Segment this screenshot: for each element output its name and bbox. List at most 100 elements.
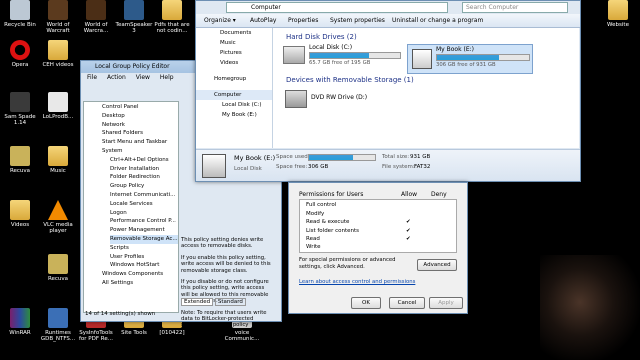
uninstall-button[interactable]: Uninstall or change a program bbox=[392, 17, 483, 24]
organize-button[interactable]: Organize ▾ bbox=[204, 17, 236, 24]
menu-action[interactable]: Action bbox=[107, 74, 126, 81]
special-permissions-text: For special permissions or advanced sett… bbox=[299, 257, 396, 270]
desktop-icon-wow[interactable]: World of Warcraft bbox=[38, 0, 78, 34]
explorer-toolbar: Organize ▾ AutoPlay Properties System pr… bbox=[196, 14, 580, 28]
drive-my-book[interactable]: My Book (E:) 306 GB free of 931 GB bbox=[407, 44, 533, 74]
tree-item[interactable]: Locale Services bbox=[110, 200, 178, 209]
perm-row: Write bbox=[306, 244, 321, 250]
desktop-icon-recuva-2[interactable]: Recuva bbox=[38, 254, 78, 282]
nav-music[interactable]: Music bbox=[196, 38, 272, 48]
nav-my-book[interactable]: My Book (E:) bbox=[196, 110, 272, 120]
menu-view[interactable]: View bbox=[136, 74, 150, 81]
learn-more-link[interactable]: Learn about access control and permissio… bbox=[299, 279, 415, 285]
tree-item[interactable]: Logon bbox=[110, 209, 178, 218]
desktop-icon-runtimes[interactable]: Runtimes GDB_NTFS... bbox=[38, 308, 78, 342]
search-input[interactable]: Search Computer bbox=[462, 2, 568, 13]
tree-item-selected[interactable]: Removable Storage Ac... bbox=[110, 234, 178, 244]
recuva-icon bbox=[48, 254, 68, 274]
drive-local-disk[interactable]: Local Disk (C:) 65.7 GB free of 195 GB bbox=[283, 44, 401, 70]
tree-item[interactable]: Scripts bbox=[110, 244, 178, 253]
policy-description: This policy setting denies write access … bbox=[181, 237, 271, 329]
tree-item[interactable]: Group Policy bbox=[110, 182, 178, 191]
address-bar[interactable]: Computer bbox=[226, 2, 448, 13]
perm-row: Read & execute bbox=[306, 219, 350, 225]
nav-computer[interactable]: Computer bbox=[196, 90, 272, 100]
nav-videos[interactable]: Videos bbox=[196, 58, 272, 68]
tree-item[interactable]: Windows Components bbox=[102, 270, 178, 279]
cancel-button[interactable]: Cancel bbox=[389, 297, 425, 309]
desktop-icon-sam-spade[interactable]: Sam Spade 1.14 bbox=[0, 92, 40, 126]
drive-usage-bar bbox=[309, 52, 401, 59]
desktop-icon-teamspeak[interactable]: TeamSpeaker 3 bbox=[114, 0, 154, 34]
gpedit-tabs: Extended Standard bbox=[181, 298, 246, 306]
perm-row: Full control bbox=[306, 202, 337, 208]
tab-standard[interactable]: Standard bbox=[214, 298, 246, 306]
tree-item[interactable]: Ctrl+Alt+Del Options bbox=[110, 156, 178, 165]
recuva-icon bbox=[10, 146, 30, 166]
menu-help[interactable]: Help bbox=[160, 74, 174, 81]
desktop-icon-wow-2[interactable]: World of Warcra... bbox=[76, 0, 116, 34]
tree-item[interactable]: Internet Communicati... bbox=[110, 191, 178, 200]
gpedit-menubar: File Action View Help bbox=[87, 74, 182, 81]
check-icon[interactable]: ✔ bbox=[406, 235, 411, 244]
desktop-icon-recycle-bin[interactable]: Recycle Bin bbox=[0, 0, 40, 28]
desktop-icon-pdfs[interactable]: Pdfs that are not codin... bbox=[152, 0, 192, 34]
system-properties-button[interactable]: System properties bbox=[330, 17, 385, 24]
tree-item[interactable]: System bbox=[102, 147, 178, 156]
folder-icon bbox=[10, 200, 30, 220]
col-allow: Allow bbox=[401, 191, 418, 198]
folder-icon bbox=[48, 146, 68, 166]
desktop-icon-website[interactable]: Website bbox=[598, 0, 638, 28]
desktop-icon-music[interactable]: Music bbox=[38, 146, 78, 174]
desktop-icon-vlc[interactable]: VLC media player bbox=[38, 200, 78, 234]
sam-spade-icon bbox=[10, 92, 30, 112]
warcraft-icon bbox=[86, 0, 106, 20]
tree-item[interactable]: Power Management bbox=[110, 226, 178, 235]
vlc-icon bbox=[48, 200, 68, 220]
opera-icon bbox=[10, 40, 30, 60]
hard-drive-icon bbox=[412, 49, 432, 69]
dvd-drive-icon bbox=[285, 90, 307, 108]
tree-item[interactable]: Driver Installation bbox=[110, 165, 178, 174]
tree-item[interactable]: Control Panel bbox=[102, 103, 178, 112]
menu-file[interactable]: File bbox=[87, 74, 97, 81]
tree-item[interactable]: Performance Control P... bbox=[110, 217, 178, 226]
nav-local-disk[interactable]: Local Disk (C:) bbox=[196, 100, 272, 110]
properties-button[interactable]: Properties bbox=[288, 17, 318, 24]
hdd-section-header: Hard Disk Drives (2) bbox=[286, 33, 357, 41]
desktop-icon-opera[interactable]: Opera bbox=[0, 40, 40, 68]
tree-item[interactable]: All Settings bbox=[102, 279, 178, 288]
autoplay-button[interactable]: AutoPlay bbox=[250, 17, 276, 24]
tree-item[interactable]: Network bbox=[102, 121, 178, 130]
explorer-content: Hard Disk Drives (2) Local Disk (C:) 65.… bbox=[273, 28, 579, 148]
check-icon[interactable]: ✔ bbox=[406, 218, 411, 227]
tree-item[interactable]: Shared Folders bbox=[102, 129, 178, 138]
tree-item[interactable]: Desktop bbox=[102, 112, 178, 121]
nav-pictures[interactable]: Pictures bbox=[196, 48, 272, 58]
advanced-button[interactable]: Advanced bbox=[417, 259, 457, 271]
desktop-icon-ceh-videos[interactable]: CEH videos bbox=[38, 40, 78, 68]
gpedit-tree: Control Panel Desktop Network Shared Fol… bbox=[83, 101, 179, 313]
ok-button[interactable]: OK bbox=[351, 297, 381, 309]
nav-documents[interactable]: Documents bbox=[196, 28, 272, 38]
desktop-icon-recuva[interactable]: Recuva bbox=[0, 146, 40, 174]
details-usage-bar bbox=[308, 154, 376, 161]
permissions-dialog: Permissions for Users Allow Deny Full co… bbox=[288, 182, 468, 314]
desktop-icon-videos[interactable]: Videos bbox=[0, 200, 40, 228]
teamspeak-icon bbox=[124, 0, 144, 20]
tree-item[interactable]: User Profiles bbox=[110, 253, 178, 262]
drive-usage-fill bbox=[310, 53, 370, 58]
warcraft-icon bbox=[48, 0, 68, 20]
nav-homegroup[interactable]: Homegroup bbox=[196, 74, 272, 84]
tree-item[interactable]: Windows HotStart bbox=[110, 261, 178, 270]
gpedit-title: Local Group Policy Editor bbox=[95, 63, 170, 70]
tree-item[interactable]: Start Menu and Taskbar bbox=[102, 138, 178, 147]
drive-dvd[interactable]: DVD RW Drive (D:) bbox=[285, 90, 395, 110]
tree-item[interactable]: Folder Redirection bbox=[110, 173, 178, 182]
desktop-icon-winrar[interactable]: WinRAR bbox=[0, 308, 40, 336]
drive-usage-bar bbox=[436, 54, 530, 61]
folder-icon bbox=[162, 0, 182, 20]
desktop-icon-lolprodb[interactable]: LoLProdB... bbox=[38, 92, 78, 120]
tab-extended[interactable]: Extended bbox=[181, 298, 214, 306]
apply-button[interactable]: Apply bbox=[429, 297, 463, 309]
